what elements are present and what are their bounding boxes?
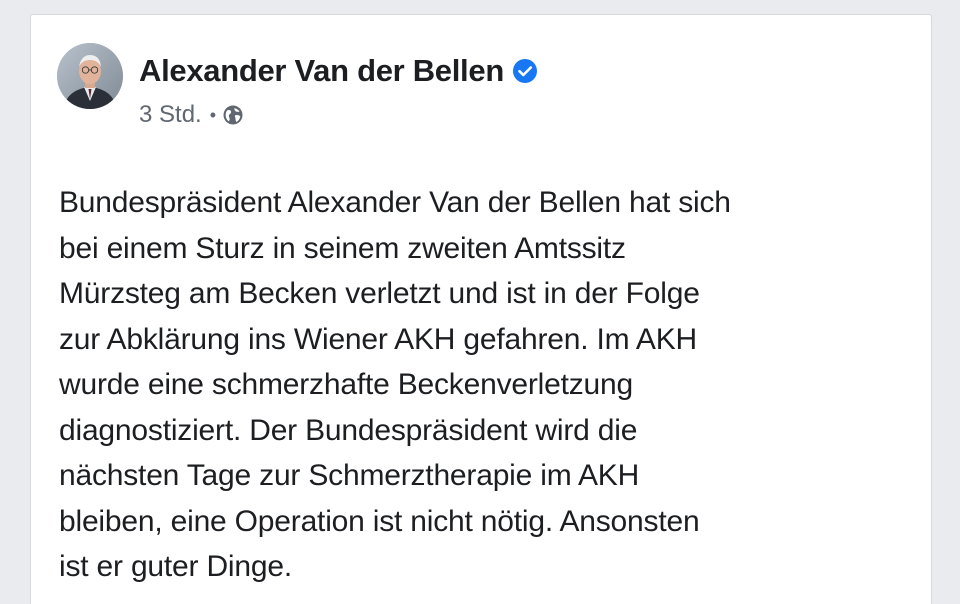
post-header: Alexander Van der Bellen 3 Std. • [57,43,538,129]
author-block: Alexander Van der Bellen 3 Std. • [139,53,538,129]
post-text-line: diagnostiziert. Der Bundespräsident wird… [59,413,638,447]
globe-icon[interactable] [222,104,244,126]
author-line: Alexander Van der Bellen [139,53,538,89]
post-text-line: Mürzsteg am Becken verletzt und ist in d… [59,277,700,310]
post-meta: 3 Std. • [139,101,538,129]
post-text: Bundespräsident Alexander Van der Bellen… [59,180,919,590]
post-text-line: bleiben, eine Operation ist nicht nötig.… [59,504,700,538]
post-timestamp-link[interactable]: 3 Std. [139,101,202,129]
post-text-line: bei einem Sturz in seinem zweiten Amtssi… [59,231,626,265]
verified-badge-icon [512,58,538,84]
post-text-line: nächsten Tage zur Schmerztherapie im AKH [59,459,640,492]
post-card: Alexander Van der Bellen 3 Std. • Bundes… [30,14,932,604]
page: Alexander Van der Bellen 3 Std. • Bundes… [0,0,960,604]
post-text-line: zur Abklärung ins Wiener AKH gefahren. I… [59,322,697,356]
avatar-portrait-image [57,43,123,109]
author-name-link[interactable]: Alexander Van der Bellen [139,53,504,89]
post-text-line: Bundespräsident Alexander Van der Bellen… [59,186,731,219]
post-text-line: wurde eine schmerzhafte Beckenverletzung [59,368,633,401]
avatar[interactable] [57,43,123,109]
post-text-line: ist er guter Dinge. [59,550,292,583]
meta-separator: • [209,105,217,125]
